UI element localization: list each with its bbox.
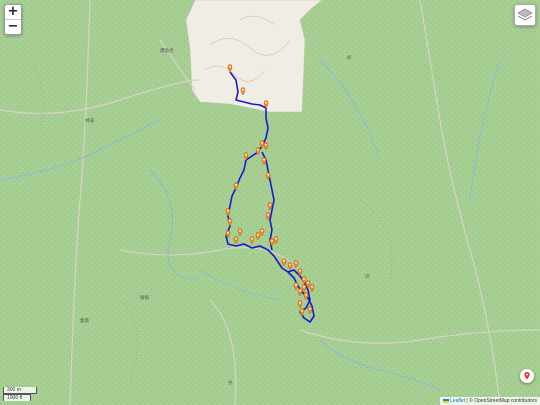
waypoint-marker[interactable] [267, 202, 273, 211]
waypoint-marker[interactable] [225, 208, 231, 217]
scale-bar: 300 m 1000 ft [3, 387, 37, 401]
waypoint-marker[interactable] [255, 147, 261, 156]
waypoint-marker-dot [235, 237, 237, 240]
waypoint-marker-dot [227, 231, 229, 234]
waypoint-marker[interactable] [301, 284, 307, 293]
waypoint-marker[interactable] [233, 182, 239, 191]
waypoint-marker[interactable] [263, 100, 269, 109]
waypoint-marker[interactable] [303, 292, 309, 301]
waypoint-marker[interactable] [249, 236, 255, 245]
waypoint-marker[interactable] [227, 218, 233, 227]
layers-button[interactable] [514, 4, 536, 26]
zoom-in-button[interactable]: + [5, 5, 21, 19]
location-pin-icon [524, 372, 530, 380]
waypoint-marker-dot [229, 219, 231, 222]
waypoint-marker-dot [303, 277, 305, 280]
zoom-control: + − [4, 4, 22, 35]
waypoint-marker[interactable] [265, 212, 271, 221]
waypoint-marker[interactable] [240, 87, 246, 96]
waypoint-marker-dot [311, 285, 313, 288]
waypoint-marker[interactable] [287, 262, 293, 271]
waypoint-marker-dot [263, 158, 265, 161]
waypoint-marker-dot [299, 289, 301, 292]
waypoint-marker[interactable] [261, 157, 267, 166]
waypoint-marker-dot [309, 307, 311, 310]
waypoint-marker-dot [239, 229, 241, 232]
waypoint-marker-dot [299, 269, 301, 272]
waypoint-marker-dot [271, 239, 273, 242]
waypoint-marker-dot [265, 101, 267, 104]
waypoint-marker[interactable] [259, 228, 265, 237]
waypoint-marker[interactable] [263, 142, 269, 151]
waypoint-marker[interactable] [269, 238, 275, 247]
waypoint-marker[interactable] [259, 140, 265, 149]
waypoint-marker[interactable] [301, 276, 307, 285]
waypoint-marker-dot [307, 281, 309, 284]
waypoint-marker-dot [242, 88, 244, 91]
waypoint-marker-dot [235, 183, 237, 186]
waypoint-marker-dot [305, 293, 307, 296]
waypoint-markers [225, 64, 315, 317]
waypoint-marker-dot [301, 309, 303, 312]
flag-icon [442, 398, 449, 403]
waypoint-marker-dot [229, 65, 231, 68]
waypoint-marker-dot [261, 141, 263, 144]
waypoint-marker[interactable] [225, 230, 231, 239]
layers-icon [517, 8, 533, 21]
waypoint-marker-dot [257, 148, 259, 151]
waypoint-marker-dot [261, 229, 263, 232]
waypoint-marker-dot [289, 263, 291, 266]
waypoint-marker-dot [265, 143, 267, 146]
waypoint-marker[interactable] [307, 306, 313, 315]
leaflet-link[interactable]: Leaflet [450, 398, 465, 404]
waypoint-marker[interactable] [293, 260, 299, 269]
waypoint-marker-dot [295, 283, 297, 286]
attribution: Leaflet | © OpenStreetMap contributors [439, 397, 540, 405]
waypoint-marker[interactable] [297, 288, 303, 297]
waypoint-marker-dot [283, 259, 285, 262]
waypoint-marker-dot [245, 153, 247, 156]
waypoint-marker[interactable] [255, 232, 261, 241]
waypoint-marker[interactable] [297, 268, 303, 277]
waypoint-marker-dot [299, 301, 301, 304]
waypoint-marker-dot [227, 209, 229, 212]
waypoint-marker-dot [275, 237, 277, 240]
waypoint-marker-dot [303, 285, 305, 288]
waypoint-marker-dot [267, 173, 269, 176]
waypoint-marker-dot [269, 203, 271, 206]
osm-link[interactable]: OpenStreetMap contributors [474, 398, 537, 404]
waypoint-marker-dot [251, 237, 253, 240]
waypoint-marker[interactable] [309, 284, 315, 293]
waypoint-marker-dot [267, 213, 269, 216]
waypoint-marker[interactable] [273, 236, 279, 245]
waypoint-marker[interactable] [305, 280, 311, 289]
waypoint-marker-dot [257, 233, 259, 236]
waypoint-marker-dot [295, 261, 297, 264]
waypoint-marker[interactable] [237, 228, 243, 237]
waypoint-marker[interactable] [293, 282, 299, 291]
waypoint-marker[interactable] [297, 300, 303, 309]
waypoint-marker[interactable] [299, 308, 305, 317]
waypoint-marker[interactable] [281, 258, 287, 267]
scale-imperial: 1000 ft [3, 394, 31, 401]
map-view[interactable]: 標高点 峠 林道 沢 尾根 集落 谷 + − 300 m 1000 ft Lea… [0, 0, 540, 405]
scale-metric: 300 m [3, 387, 37, 394]
waypoint-marker[interactable] [233, 236, 239, 245]
zoom-out-button[interactable]: − [5, 19, 21, 34]
waypoint-marker[interactable] [243, 152, 249, 161]
waypoint-marker[interactable] [227, 64, 233, 73]
waypoint-marker[interactable] [265, 172, 271, 181]
locate-button[interactable] [520, 369, 534, 383]
attribution-separator: | © [465, 398, 475, 404]
